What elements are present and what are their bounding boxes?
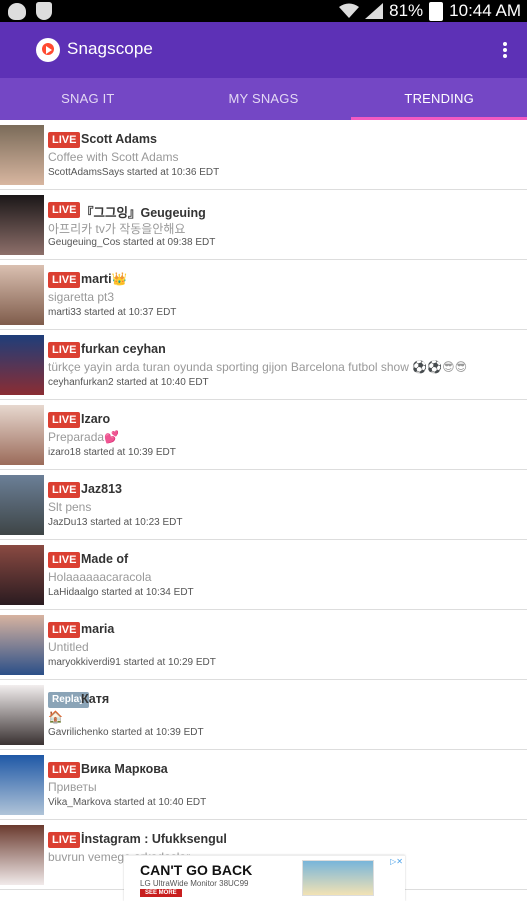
battery-icon <box>429 1 444 21</box>
stream-thumbnail <box>0 405 44 465</box>
ad-close-icon[interactable]: ▷✕ <box>383 857 403 867</box>
more-vertical-icon[interactable] <box>503 42 507 58</box>
app-title: Snagscope <box>67 39 153 58</box>
stream-row[interactable]: LIVE maria Untitled maryokkiverdi91 started… <box>0 610 527 680</box>
ad-see-more-button[interactable]: SEE MORE <box>140 889 182 897</box>
live-badge: LIVE <box>48 132 81 148</box>
stream-title: 아프리카 tv가 작동을안해요 <box>48 222 186 236</box>
ad-headline: CAN'T GO BACK <box>140 862 253 878</box>
battery-percent: 81% <box>389 1 424 20</box>
ad-subtitle: LG UltraWide Monitor 38UC99 <box>140 879 249 888</box>
live-badge: LIVE <box>48 412 81 428</box>
stream-thumbnail <box>0 615 44 675</box>
streamer-name: Вика Маркова <box>81 762 168 776</box>
stream-title: Preparada💕 <box>48 430 119 444</box>
streamer-name: Izaro <box>81 412 111 426</box>
stream-thumbnail <box>0 335 44 395</box>
shield-icon <box>36 2 52 20</box>
stream-title: Holaaaaaacaracola <box>48 570 152 584</box>
stream-row[interactable]: LIVE Izaro Preparada💕 izaro18 started at 10… <box>0 400 527 470</box>
stream-row[interactable]: Replay Катя 🏠 Gavrilichenko started at 10:3… <box>0 680 527 750</box>
stream-thumbnail <box>0 265 44 325</box>
stream-start-time: LaHidaalgo started at 10:34 EDT <box>48 587 194 598</box>
stream-list: LIVE Scott Adams Coffee with Scott Adams Sc… <box>0 120 527 900</box>
record-logo-icon <box>36 38 60 62</box>
live-badge: LIVE <box>48 272 81 288</box>
tab-my-snags[interactable]: MY SNAGS <box>176 78 352 120</box>
streamer-name: Катя <box>81 692 110 706</box>
app-bar: Snagscope <box>0 22 527 78</box>
stream-thumbnail <box>0 475 44 535</box>
play-icon <box>8 2 26 20</box>
streamer-name: Made of <box>81 552 129 566</box>
stream-start-time: ceyhanfurkan2 started at 10:40 EDT <box>48 377 209 388</box>
stream-title: Приветы <box>48 780 97 794</box>
ad-image <box>302 860 374 896</box>
streamer-name: 『그그잉』Geugeuing <box>81 206 206 220</box>
stream-title: türkçe yayin arda turan oyunda sporting … <box>48 360 468 374</box>
stream-row[interactable]: LIVE Вика Маркова Приветы Vika_Markova star… <box>0 750 527 820</box>
clock: 10:44 AM <box>449 1 521 20</box>
stream-start-time: JazDu13 started at 10:23 EDT <box>48 517 183 528</box>
streamer-name: İnstagram : Ufukksengul <box>81 832 227 846</box>
live-badge: LIVE <box>48 832 81 848</box>
stream-start-time: maryokkiverdi91 started at 10:29 EDT <box>48 657 216 668</box>
stream-row[interactable]: LIVE 『그그잉』Geugeuing 아프리카 tv가 작동을안해요 Geugeui… <box>0 190 527 260</box>
live-badge: LIVE <box>48 202 81 218</box>
live-badge: LIVE <box>48 342 81 358</box>
ad-banner[interactable]: CAN'T GO BACK LG UltraWide Monitor 38UC9… <box>124 855 405 901</box>
tab-bar: SNAG IT MY SNAGS TRENDING <box>0 78 527 120</box>
stream-row[interactable]: LIVE marti👑 sigaretta pt3 marti33 started a… <box>0 260 527 330</box>
stream-title: Slt pens <box>48 500 92 514</box>
stream-start-time: izaro18 started at 10:39 EDT <box>48 447 176 458</box>
stream-thumbnail <box>0 685 44 745</box>
stream-thumbnail <box>0 125 44 185</box>
stream-row[interactable]: LIVE Scott Adams Coffee with Scott Adams Sc… <box>0 120 527 190</box>
stream-start-time: marti33 started at 10:37 EDT <box>48 307 177 318</box>
stream-start-time: ScottAdamsSays started at 10:36 EDT <box>48 167 220 178</box>
signal-icon <box>365 3 384 19</box>
streamer-name: furkan ceyhan <box>81 342 166 356</box>
stream-thumbnail <box>0 195 44 255</box>
stream-row[interactable]: LIVE Made of Holaaaaaacaracola LaHidaalgo s… <box>0 540 527 610</box>
tab-trending[interactable]: TRENDING <box>351 78 527 120</box>
stream-title: sigaretta pt3 <box>48 290 115 304</box>
stream-start-time: Gavrilichenko started at 10:39 EDT <box>48 727 204 738</box>
live-badge: LIVE <box>48 762 81 778</box>
streamer-name: marti👑 <box>81 272 128 286</box>
status-bar: 81% 10:44 AM <box>0 0 527 22</box>
stream-start-time: Vika_Markova started at 10:40 EDT <box>48 797 207 808</box>
live-badge: LIVE <box>48 552 81 568</box>
stream-title: Untitled <box>48 640 89 654</box>
wifi-icon <box>339 3 360 18</box>
stream-title: 🏠 <box>48 710 63 724</box>
live-badge: LIVE <box>48 482 81 498</box>
streamer-name: maria <box>81 622 115 636</box>
stream-row[interactable]: LIVE Jaz813 Slt pens JazDu13 started at 10:… <box>0 470 527 540</box>
stream-thumbnail <box>0 825 44 885</box>
stream-row[interactable]: LIVE furkan ceyhan türkçe yayin arda turan… <box>0 330 527 400</box>
tab-snag-it[interactable]: SNAG IT <box>0 78 176 120</box>
stream-thumbnail <box>0 755 44 815</box>
streamer-name: Jaz813 <box>81 482 123 496</box>
streamer-name: Scott Adams <box>81 132 157 146</box>
live-badge: LIVE <box>48 622 81 638</box>
stream-thumbnail <box>0 545 44 605</box>
stream-start-time: Geugeuing_Cos started at 09:38 EDT <box>48 237 216 248</box>
stream-title: Coffee with Scott Adams <box>48 150 179 164</box>
